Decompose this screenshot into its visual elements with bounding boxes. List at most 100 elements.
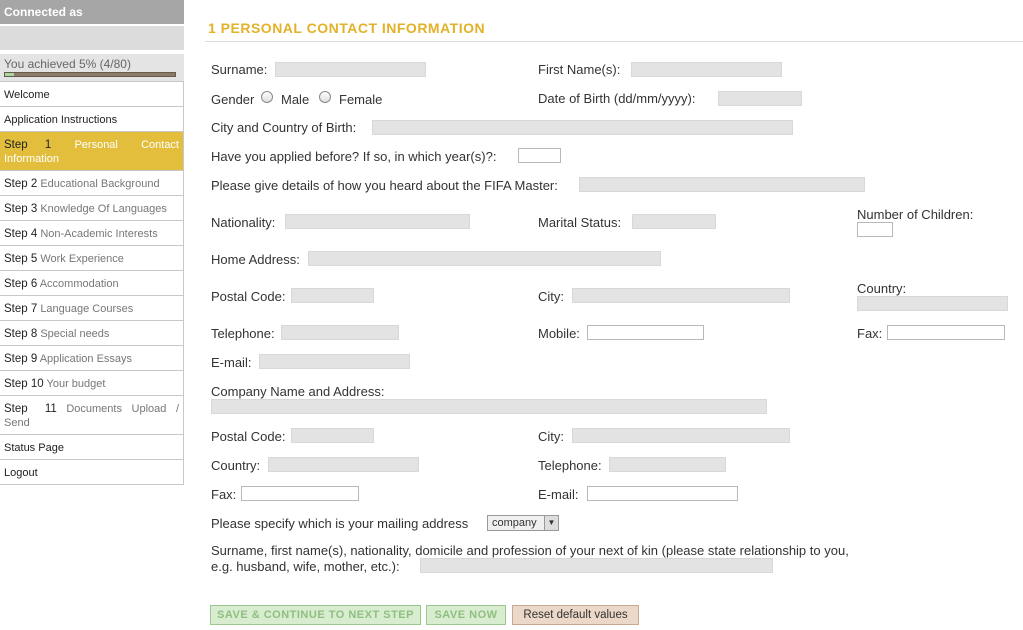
step-word: Personal	[74, 139, 118, 151]
sidebar-item-step1[interactable]: Step 1 Personal Contact Information	[0, 132, 183, 171]
telephone-input[interactable]	[281, 325, 399, 340]
postal-code-input[interactable]	[291, 288, 374, 303]
sidebar-item-step7[interactable]: Step 7 Language Courses	[0, 296, 183, 321]
nav-label: Status Page	[4, 442, 64, 454]
step-number: Step 8	[4, 328, 38, 340]
save-continue-button[interactable]: SAVE & CONTINUE TO NEXT STEP	[210, 605, 421, 625]
step-word: Information	[4, 153, 60, 165]
step-number: Step 1	[4, 139, 52, 151]
step-label: Non-Academic Interests	[40, 228, 158, 240]
gender-male-radio[interactable]	[261, 91, 273, 103]
email2-input[interactable]	[587, 486, 738, 501]
country-input[interactable]	[857, 296, 1008, 311]
step-word: Send	[4, 417, 30, 429]
nationality-input[interactable]	[285, 214, 470, 229]
children-label: Number of Children:	[857, 207, 974, 222]
step-label: Accommodation	[39, 278, 119, 290]
city2-input[interactable]	[572, 428, 790, 443]
progress-fill	[5, 73, 14, 76]
marital-input[interactable]	[632, 214, 716, 229]
nav-label: Application Instructions	[4, 114, 118, 126]
birth-place-label: City and Country of Birth:	[211, 120, 357, 135]
email-input[interactable]	[259, 354, 410, 369]
kin-label-line2: e.g. husband, wife, mother, etc.):	[211, 559, 400, 574]
step-word: Documents	[66, 403, 122, 415]
first-names-label: First Name(s):	[538, 62, 621, 77]
mailing-label: Please specify which is your mailing add…	[211, 516, 469, 531]
step-number: Step 2	[4, 178, 38, 190]
step-number: Step 10	[4, 378, 44, 390]
fax-label: Fax:	[857, 326, 883, 341]
mobile-label: Mobile:	[538, 326, 580, 341]
connected-as-label: Connected as	[0, 0, 184, 24]
gender-label: Gender	[211, 92, 255, 107]
mailing-select[interactable]: company ▼	[487, 515, 559, 531]
postal-code2-label: Postal Code:	[211, 429, 286, 444]
sidebar-item-step9[interactable]: Step 9 Application Essays	[0, 346, 183, 371]
telephone2-label: Telephone:	[538, 458, 602, 473]
city-label: City:	[538, 289, 564, 304]
sidebar-item-status[interactable]: Status Page	[0, 435, 183, 460]
save-now-button[interactable]: SAVE NOW	[426, 605, 506, 625]
telephone2-input[interactable]	[609, 457, 726, 472]
female-label: Female	[339, 92, 383, 107]
applied-before-input[interactable]	[518, 148, 561, 163]
sidebar-nav: Welcome Application Instructions Step 1 …	[0, 82, 184, 485]
sidebar-item-step8[interactable]: Step 8 Special needs	[0, 321, 183, 346]
step-label: Application Essays	[39, 353, 133, 365]
step-number: Step 4	[4, 228, 38, 240]
country2-input[interactable]	[268, 457, 419, 472]
gender-female-radio[interactable]	[319, 91, 331, 103]
sidebar-item-step5[interactable]: Step 5 Work Experience	[0, 246, 183, 271]
chevron-down-icon: ▼	[544, 516, 558, 530]
mailing-select-value: company	[492, 517, 537, 529]
sidebar: Connected as You achieved 5% (4/80) Welc…	[0, 0, 184, 485]
company-label: Company Name and Address:	[211, 384, 385, 399]
dob-input[interactable]	[718, 91, 802, 106]
step-number: Step 9	[4, 353, 38, 365]
male-label: Male	[281, 92, 310, 107]
step-number: Step 11	[4, 403, 57, 415]
section-title: 1 PERSONAL CONTACT INFORMATION	[205, 20, 1023, 42]
company-input[interactable]	[211, 399, 767, 414]
city-input[interactable]	[572, 288, 790, 303]
sidebar-item-welcome[interactable]: Welcome	[0, 82, 183, 107]
heard-about-label: Please give details of how you heard abo…	[211, 178, 558, 193]
email-label: E-mail:	[211, 355, 252, 370]
applied-before-label: Have you applied before? If so, in which…	[211, 149, 497, 164]
home-address-input[interactable]	[308, 251, 661, 266]
sidebar-item-step4[interactable]: Step 4 Non-Academic Interests	[0, 221, 183, 246]
sidebar-item-instructions[interactable]: Application Instructions	[0, 107, 183, 132]
user-name-area	[0, 26, 184, 50]
mobile-input[interactable]	[587, 325, 704, 340]
sidebar-item-step10[interactable]: Step 10 Your budget	[0, 371, 183, 396]
reset-button[interactable]: Reset default values	[512, 605, 639, 625]
sidebar-item-step2[interactable]: Step 2 Educational Background	[0, 171, 183, 196]
children-input[interactable]	[857, 222, 893, 237]
step-word: Contact	[141, 139, 179, 151]
fax-input[interactable]	[887, 325, 1005, 340]
step-label: Work Experience	[40, 253, 124, 265]
postal-code2-input[interactable]	[291, 428, 374, 443]
heard-about-input[interactable]	[579, 177, 865, 192]
postal-code-label: Postal Code:	[211, 289, 286, 304]
first-names-input[interactable]	[631, 62, 782, 77]
fax2-label: Fax:	[211, 487, 237, 502]
nav-label: Logout	[4, 467, 38, 479]
telephone-label: Telephone:	[211, 326, 275, 341]
city2-label: City:	[538, 429, 564, 444]
sidebar-item-step11[interactable]: Step 11 Documents Upload / Send	[0, 396, 183, 435]
surname-input[interactable]	[275, 62, 426, 77]
birth-place-input[interactable]	[372, 120, 793, 135]
step-label: Educational Background	[40, 178, 160, 190]
nationality-label: Nationality:	[211, 215, 276, 230]
step-word: /	[175, 403, 179, 415]
step-word: Upload	[131, 403, 167, 415]
sidebar-item-step3[interactable]: Step 3 Knowledge Of Languages	[0, 196, 183, 221]
marital-label: Marital Status:	[538, 215, 622, 230]
fax2-input[interactable]	[241, 486, 359, 501]
sidebar-item-step6[interactable]: Step 6 Accommodation	[0, 271, 183, 296]
country2-label: Country:	[211, 458, 261, 473]
sidebar-item-logout[interactable]: Logout	[0, 460, 183, 485]
kin-input[interactable]	[420, 558, 773, 573]
